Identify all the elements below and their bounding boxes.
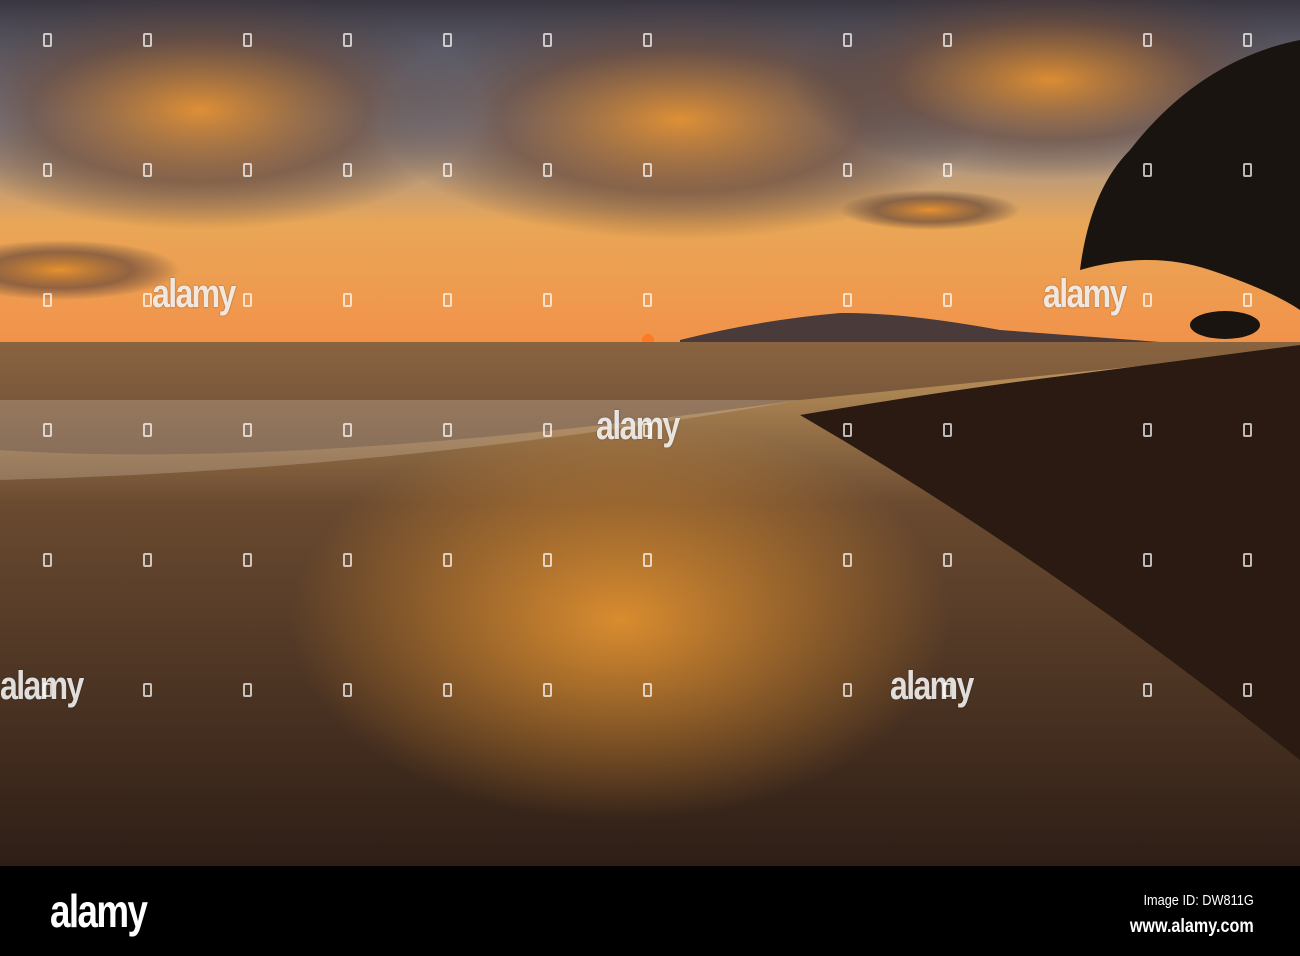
watermark-mark — [1243, 293, 1252, 307]
watermark-mark — [443, 33, 452, 47]
watermark-mark — [143, 33, 152, 47]
watermark: alamy — [0, 664, 84, 708]
watermark-mark — [1243, 33, 1252, 47]
watermark-mark — [543, 553, 552, 567]
watermark-mark — [143, 163, 152, 177]
watermark-mark — [943, 423, 952, 437]
watermark-mark — [543, 163, 552, 177]
watermark-mark — [843, 33, 852, 47]
watermark-mark — [443, 423, 452, 437]
watermark-mark — [443, 553, 452, 567]
watermark-mark — [43, 163, 52, 177]
watermark-mark — [243, 683, 252, 697]
stock-photo: alamy alamy alamy alamy alamy alamy Imag… — [0, 0, 1300, 956]
watermark-mark — [243, 33, 252, 47]
watermark-mark — [1143, 33, 1152, 47]
watermark-mark — [143, 683, 152, 697]
watermark-mark — [243, 553, 252, 567]
watermark-mark — [943, 33, 952, 47]
watermark-mark — [1243, 553, 1252, 567]
watermark-mark — [643, 163, 652, 177]
watermark-mark — [643, 293, 652, 307]
watermark-mark — [843, 293, 852, 307]
watermark-mark — [443, 683, 452, 697]
watermark-mark — [43, 33, 52, 47]
watermark-mark — [543, 293, 552, 307]
watermark-mark — [643, 553, 652, 567]
watermark-mark — [443, 293, 452, 307]
watermark: alamy — [152, 272, 236, 316]
watermark-mark — [1143, 423, 1152, 437]
watermark: alamy — [596, 404, 680, 448]
watermark-mark — [43, 553, 52, 567]
watermark-mark — [943, 163, 952, 177]
watermark-mark — [843, 683, 852, 697]
watermark-mark — [343, 553, 352, 567]
website-link[interactable]: www.alamy.com — [1130, 916, 1254, 938]
footer-bar: alamy Image ID: DW811G www.alamy.com — [0, 866, 1300, 956]
watermark-mark — [343, 293, 352, 307]
watermark-mark — [543, 683, 552, 697]
watermark-mark — [343, 33, 352, 47]
watermark-mark — [243, 163, 252, 177]
watermark-mark — [943, 293, 952, 307]
watermark-mark — [943, 553, 952, 567]
watermark-mark — [43, 293, 52, 307]
watermark: alamy — [1043, 272, 1127, 316]
watermark-mark — [143, 293, 152, 307]
watermark-mark — [1143, 683, 1152, 697]
watermark-mark — [643, 683, 652, 697]
watermark-mark — [1143, 163, 1152, 177]
watermark-mark — [143, 553, 152, 567]
watermark: alamy — [890, 664, 974, 708]
watermark-mark — [443, 163, 452, 177]
watermark-mark — [543, 33, 552, 47]
watermark-mark — [643, 33, 652, 47]
watermark-mark — [543, 423, 552, 437]
watermark-mark — [1243, 423, 1252, 437]
watermark-mark — [843, 163, 852, 177]
watermark-mark — [43, 423, 52, 437]
watermark-mark — [243, 293, 252, 307]
watermark-mark — [1143, 553, 1152, 567]
watermark-mark — [43, 683, 52, 697]
watermark-mark — [343, 683, 352, 697]
watermark-mark — [843, 423, 852, 437]
watermark-mark — [1143, 293, 1152, 307]
watermark-mark — [843, 553, 852, 567]
watermark-mark — [643, 423, 652, 437]
watermark-mark — [1243, 163, 1252, 177]
watermark-mark — [943, 683, 952, 697]
watermark-mark — [343, 163, 352, 177]
watermark-mark — [343, 423, 352, 437]
watermark-mark — [243, 423, 252, 437]
watermark-mark — [143, 423, 152, 437]
alamy-logo: alamy — [50, 885, 148, 937]
image-id: Image ID: DW811G — [1143, 892, 1254, 909]
watermark-mark — [1243, 683, 1252, 697]
